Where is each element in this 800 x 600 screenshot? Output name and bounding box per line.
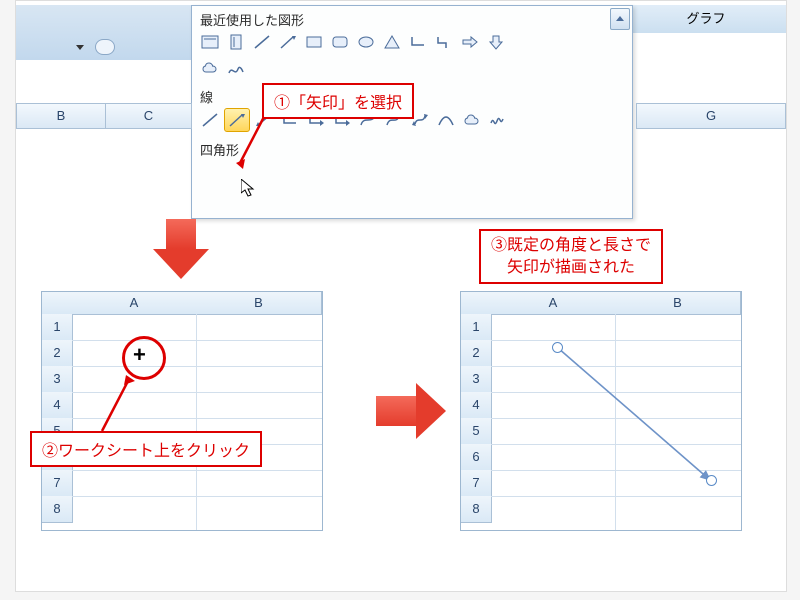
row-label: 6 [472, 449, 479, 464]
ribbon-group-graph[interactable]: グラフ [625, 5, 786, 33]
row-label: 3 [472, 371, 479, 386]
freeform-icon[interactable] [224, 57, 248, 79]
shape-handle-start[interactable] [552, 342, 563, 353]
callout-text: 矢印が描画された [507, 259, 635, 276]
row-label: 1 [472, 319, 479, 334]
chevron-down-icon [76, 45, 84, 50]
row-header[interactable]: 3 [42, 366, 73, 393]
column-label: B [673, 295, 682, 310]
ribbon-group-label: グラフ [686, 11, 725, 26]
worksheet-left[interactable]: A B 1 2 3 4 5 6 7 8 [41, 291, 323, 531]
row-header[interactable]: 6 [461, 444, 492, 471]
line-icon[interactable] [250, 31, 274, 53]
row-label: 3 [53, 371, 60, 386]
row-header[interactable]: 3 [461, 366, 492, 393]
column-header[interactable]: A [72, 292, 197, 315]
row-header[interactable]: 2 [461, 340, 492, 367]
column-label: G [706, 108, 716, 123]
row-header[interactable]: 7 [461, 470, 492, 497]
block-arrow-right-icon[interactable] [458, 31, 482, 53]
shapes-dropdown-button[interactable] [76, 39, 116, 57]
column-header[interactable]: C [105, 103, 192, 129]
row-label: 2 [472, 345, 479, 360]
row-header[interactable]: 5 [461, 418, 492, 445]
shape-preview-icon [95, 39, 115, 55]
row-label: 1 [53, 319, 60, 334]
column-header[interactable]: B [196, 292, 322, 315]
row-label: 5 [472, 423, 479, 438]
column-header[interactable]: B [16, 103, 106, 129]
row-header[interactable]: 8 [461, 496, 492, 523]
column-header[interactable]: A [491, 292, 616, 315]
drawn-arrow-shape[interactable] [552, 342, 722, 492]
row-label: 8 [53, 501, 60, 516]
connector-l-icon[interactable] [406, 31, 430, 53]
ribbon-left-pane [16, 5, 192, 60]
cloud-icon[interactable] [198, 57, 222, 79]
column-header[interactable]: G [636, 103, 786, 129]
callout-text: ③既定の角度と長さで [491, 237, 651, 254]
gallery-row-recent [192, 31, 632, 57]
callout-3: ③既定の角度と長さで 矢印が描画された [479, 229, 663, 284]
row-label: 7 [53, 475, 60, 490]
select-all-corner[interactable] [461, 292, 492, 315]
column-label: A [549, 295, 558, 310]
callout-2: ②ワークシート上をクリック [30, 431, 262, 467]
row-header[interactable]: 4 [42, 392, 73, 419]
column-header[interactable]: B [615, 292, 741, 315]
gallery-scroll-up[interactable] [610, 8, 630, 30]
connector-s-icon[interactable] [432, 31, 456, 53]
row-label: 2 [53, 345, 60, 360]
row-header[interactable]: 1 [42, 314, 73, 341]
column-label: C [144, 108, 153, 123]
row-label: 8 [472, 501, 479, 516]
rounded-rect-icon[interactable] [328, 31, 352, 53]
row-header[interactable]: 1 [461, 314, 492, 341]
row-label: 4 [472, 397, 479, 412]
select-all-corner[interactable] [42, 292, 73, 315]
textbox-v-icon[interactable] [224, 31, 248, 53]
textbox-h-icon[interactable] [198, 31, 222, 53]
callout-1-pointer [236, 113, 276, 176]
row-header[interactable]: 4 [461, 392, 492, 419]
callout-text: ①「矢印」を選択 [274, 95, 402, 112]
row-header[interactable]: 7 [42, 470, 73, 497]
column-label: B [254, 295, 263, 310]
rectangle-icon[interactable] [302, 31, 326, 53]
triangle-icon[interactable] [380, 31, 404, 53]
row-header[interactable]: 8 [42, 496, 73, 523]
crosshair-cursor-icon: + [133, 344, 146, 366]
callout-1: ①「矢印」を選択 [262, 83, 414, 119]
row-label: 4 [53, 397, 60, 412]
ellipse-icon[interactable] [354, 31, 378, 53]
gallery-section-recent: 最近使用した図形 [192, 6, 632, 31]
row-header[interactable]: 2 [42, 340, 73, 367]
callout-text: ②ワークシート上をクリック [42, 443, 250, 460]
callout-2-pointer [102, 373, 152, 436]
shape-handle-end[interactable] [706, 475, 717, 486]
column-label: A [130, 295, 139, 310]
row-label: 7 [472, 475, 479, 490]
column-label: B [57, 108, 66, 123]
arrow-line-icon[interactable] [276, 31, 300, 53]
gallery-row-recent-2 [192, 57, 632, 83]
block-arrow-down-icon[interactable] [484, 31, 508, 53]
